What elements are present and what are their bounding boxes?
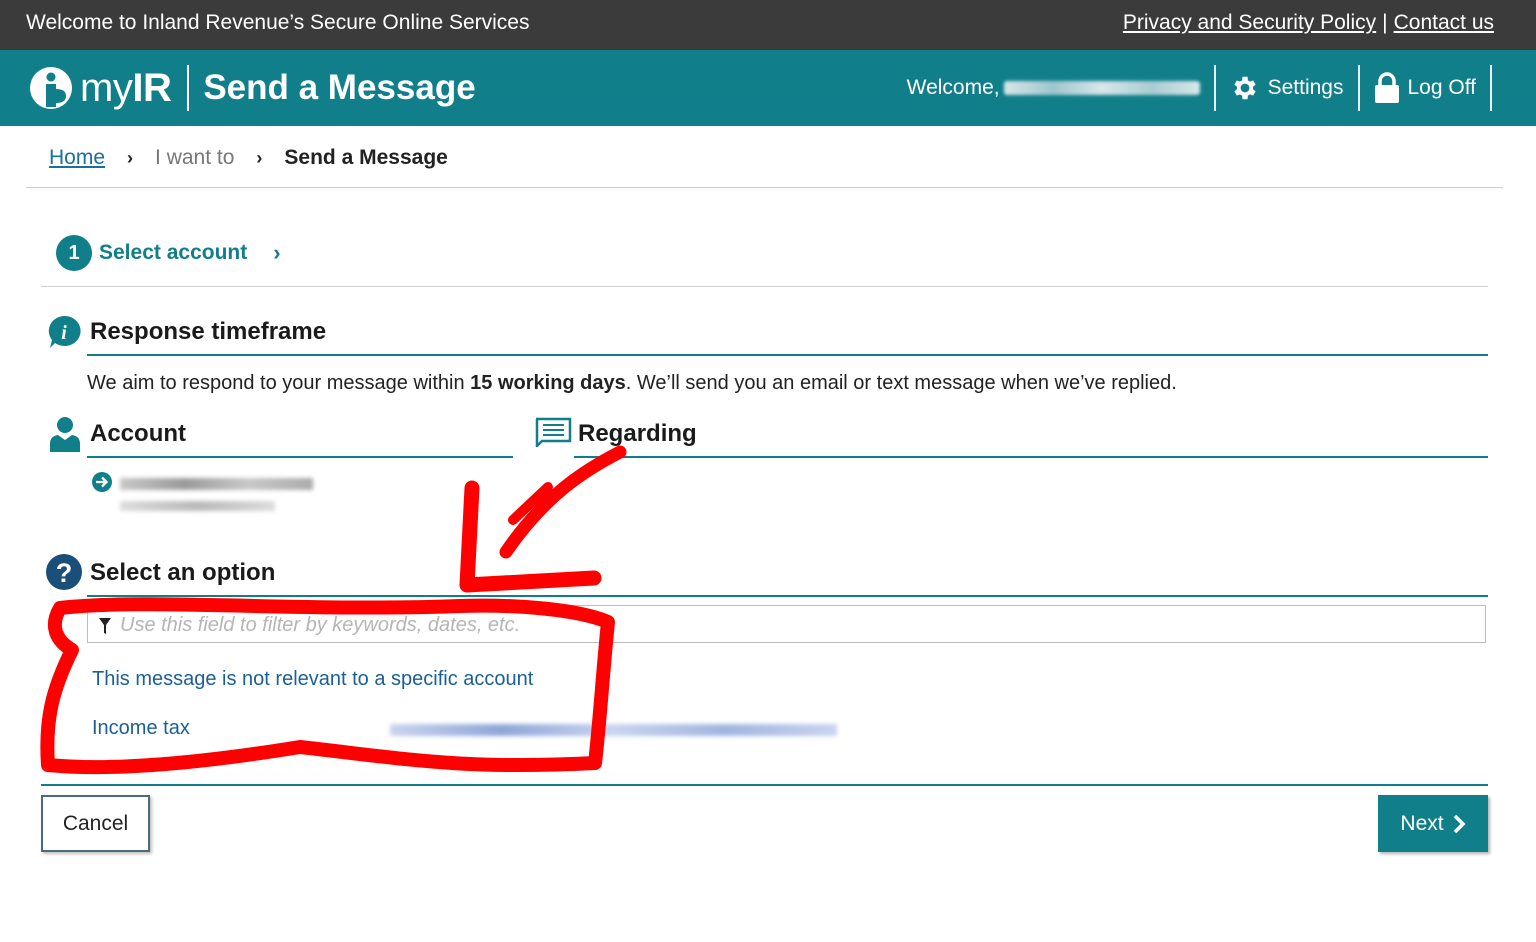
svg-text:?: ? (56, 558, 73, 588)
lock-icon (1374, 72, 1399, 103)
breadcrumb-divider (26, 187, 1503, 188)
privacy-policy-link[interactable]: Privacy and Security Policy (1123, 11, 1376, 34)
redacted-income-tax-detail (390, 724, 837, 736)
top-links: Privacy and Security Policy | Contact us (1123, 11, 1494, 35)
settings-button[interactable]: Settings (1230, 73, 1344, 103)
message-icon (535, 417, 572, 447)
red-annotation-overlay (40, 445, 627, 775)
select-option-title: Select an option (90, 559, 276, 586)
next-button[interactable]: Next (1378, 795, 1488, 852)
chevron-right-icon: › (256, 147, 263, 168)
chevron-right-icon: › (127, 147, 134, 168)
redacted-account-name[interactable] (120, 478, 313, 490)
person-icon (50, 417, 80, 452)
select-option-underline (87, 595, 1488, 597)
link-separator: | (1382, 11, 1388, 34)
breadcrumb-i-want-to: I want to (155, 146, 235, 169)
settings-label: Settings (1267, 76, 1344, 99)
logo-divider (187, 65, 190, 111)
breadcrumb-current: Send a Message (284, 146, 448, 169)
info-icon: i (48, 315, 81, 348)
log-off-label: Log Off (1407, 76, 1477, 99)
user-area: Welcome, Settings Log Off (907, 62, 1506, 114)
breadcrumb: Home › I want to › Send a Message (49, 146, 448, 170)
header-divider (1213, 65, 1216, 111)
logo-text: myIR (80, 65, 172, 110)
account-title: Account (90, 420, 186, 447)
arrow-circle-icon (92, 472, 112, 492)
question-icon: ? (46, 554, 82, 590)
chevron-right-icon (1453, 814, 1466, 833)
redacted-user-name (1003, 81, 1200, 95)
myir-logo[interactable]: myIR Send a Message (28, 60, 476, 116)
filter-field[interactable] (87, 605, 1486, 644)
site-welcome-text: Welcome to Inland Revenue’s Secure Onlin… (26, 11, 530, 34)
option-not-relevant-account[interactable]: This message is not relevant to a specif… (92, 668, 533, 691)
header-divider (1490, 65, 1492, 111)
contact-us-link[interactable]: Contact us (1394, 11, 1494, 34)
response-title-underline (87, 354, 1488, 356)
form-footer-divider (41, 784, 1488, 786)
response-timeframe-title: Response timeframe (90, 318, 327, 345)
cancel-button[interactable]: Cancel (41, 795, 150, 852)
app-header: myIR Send a Message Welcome, Settings Lo… (0, 50, 1536, 126)
gear-icon (1233, 76, 1256, 100)
top-bar: Welcome to Inland Revenue’s Secure Onlin… (0, 0, 1536, 50)
response-timeframe-text: We aim to respond to your message within… (87, 372, 1177, 394)
welcome-label: Welcome, (906, 76, 1000, 99)
breadcrumb-home-link[interactable]: Home (49, 146, 105, 170)
step-number-badge: 1 (56, 235, 92, 271)
filter-icon (99, 618, 111, 634)
step-select-account[interactable]: 1 Select account › (56, 235, 281, 271)
step-divider (41, 286, 1488, 287)
step-label: Select account (99, 241, 248, 264)
redacted-account-number (120, 501, 275, 511)
option-income-tax[interactable]: Income tax (92, 717, 190, 740)
filter-input[interactable] (118, 606, 1422, 644)
page-heading: Send a Message (203, 68, 476, 107)
regarding-title: Regarding (578, 420, 697, 447)
svg-text:i: i (61, 322, 67, 344)
next-label: Next (1400, 811, 1444, 835)
chevron-right-icon: › (273, 240, 281, 265)
myir-logo-icon (30, 67, 72, 109)
header-divider (1357, 65, 1360, 111)
log-off-button[interactable]: Log Off (1374, 72, 1477, 104)
regarding-title-underline (574, 456, 1488, 458)
account-title-underline (87, 456, 513, 458)
